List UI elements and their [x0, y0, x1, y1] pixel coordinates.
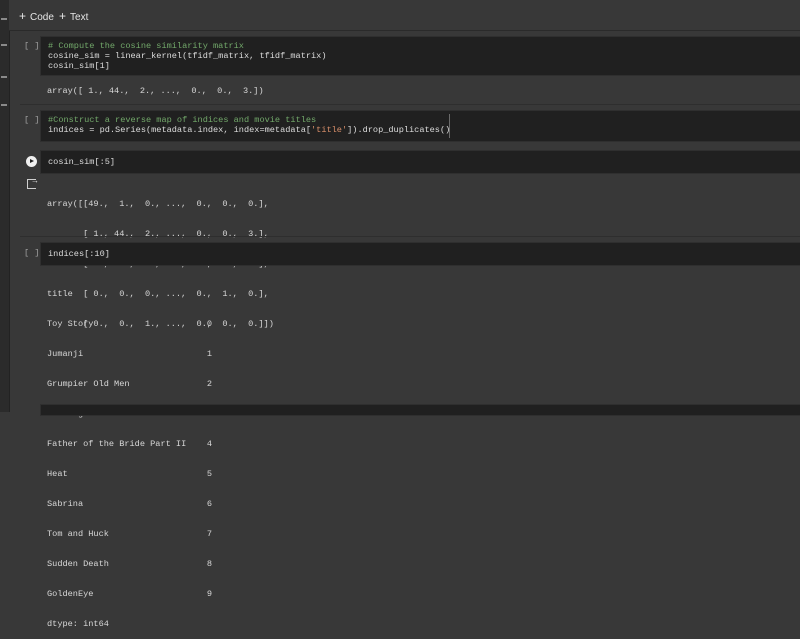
toc-icon[interactable]: [1, 44, 7, 46]
cell-output: array([ 1., 44., 2., ..., 0., 0., 3.]): [47, 86, 264, 96]
output-line: Sudden Death 8: [47, 559, 213, 569]
output-line: title: [47, 289, 73, 299]
output-line: Jumanji 1: [47, 349, 213, 359]
plus-icon: +: [59, 9, 67, 23]
code-cell-editor[interactable]: indices[:10]: [40, 242, 800, 266]
output-line: dtype: int64: [47, 619, 109, 629]
cell-run-indicator[interactable]: [ ]: [24, 41, 39, 51]
code-line: indices[:10]: [48, 249, 110, 259]
cell-output: title Toy Story 0 Jumanji 1 Grumpier Old…: [47, 269, 212, 639]
output-line: Sabrina 6: [47, 499, 213, 509]
menu-icon[interactable]: [1, 18, 7, 20]
search-icon[interactable]: [1, 76, 7, 78]
code-line: #Construct a reverse map of indices and …: [48, 115, 317, 125]
code-line: indices = pd.Series(metadata.index, inde…: [48, 125, 451, 135]
code-cell-editor[interactable]: # Compute the cosine similarity matrix c…: [40, 36, 800, 76]
output-line: array([[49., 1., 0., ..., 0., 0., 0.],: [47, 199, 269, 209]
code-line: cosine_sim = linear_kernel(tfidf_matrix,…: [48, 51, 327, 61]
add-code-button[interactable]: + Code: [19, 9, 54, 23]
notebook-toolbar: + Code + Text: [9, 0, 800, 31]
output-actions-icon[interactable]: [27, 176, 39, 189]
output-line: Father of the Bride Part II 4: [47, 439, 213, 449]
cell-run-indicator[interactable]: [ ]: [24, 115, 39, 125]
output-line: Grumpier Old Men 2: [47, 379, 213, 389]
cell-run-indicator[interactable]: [ ]: [24, 248, 39, 258]
cell-divider: [20, 104, 800, 105]
add-text-button[interactable]: + Text: [59, 9, 88, 23]
code-line: # Compute the cosine similarity matrix: [48, 41, 244, 51]
output-line: Toy Story 0: [47, 319, 213, 329]
output-line: [ 1., 44., 2., ..., 0., 0., 3.],: [47, 229, 269, 239]
editor-ruler: [449, 114, 450, 138]
code-line: cosin_sim[1]: [48, 61, 110, 71]
files-icon[interactable]: [1, 104, 7, 106]
plus-icon: +: [19, 9, 27, 23]
output-line: GoldenEye 9: [47, 589, 213, 599]
cell-divider: [20, 236, 800, 237]
code-cell-editor[interactable]: [40, 404, 800, 416]
output-line: Tom and Huck 7: [47, 529, 213, 539]
left-sidebar-strip: [0, 0, 10, 412]
output-line: Heat 5: [47, 469, 213, 479]
run-cell-button[interactable]: [26, 156, 37, 167]
code-cell-editor[interactable]: #Construct a reverse map of indices and …: [40, 110, 800, 142]
code-line: cosin_sim[:5]: [48, 157, 116, 167]
code-cell-editor[interactable]: cosin_sim[:5]: [40, 150, 800, 174]
